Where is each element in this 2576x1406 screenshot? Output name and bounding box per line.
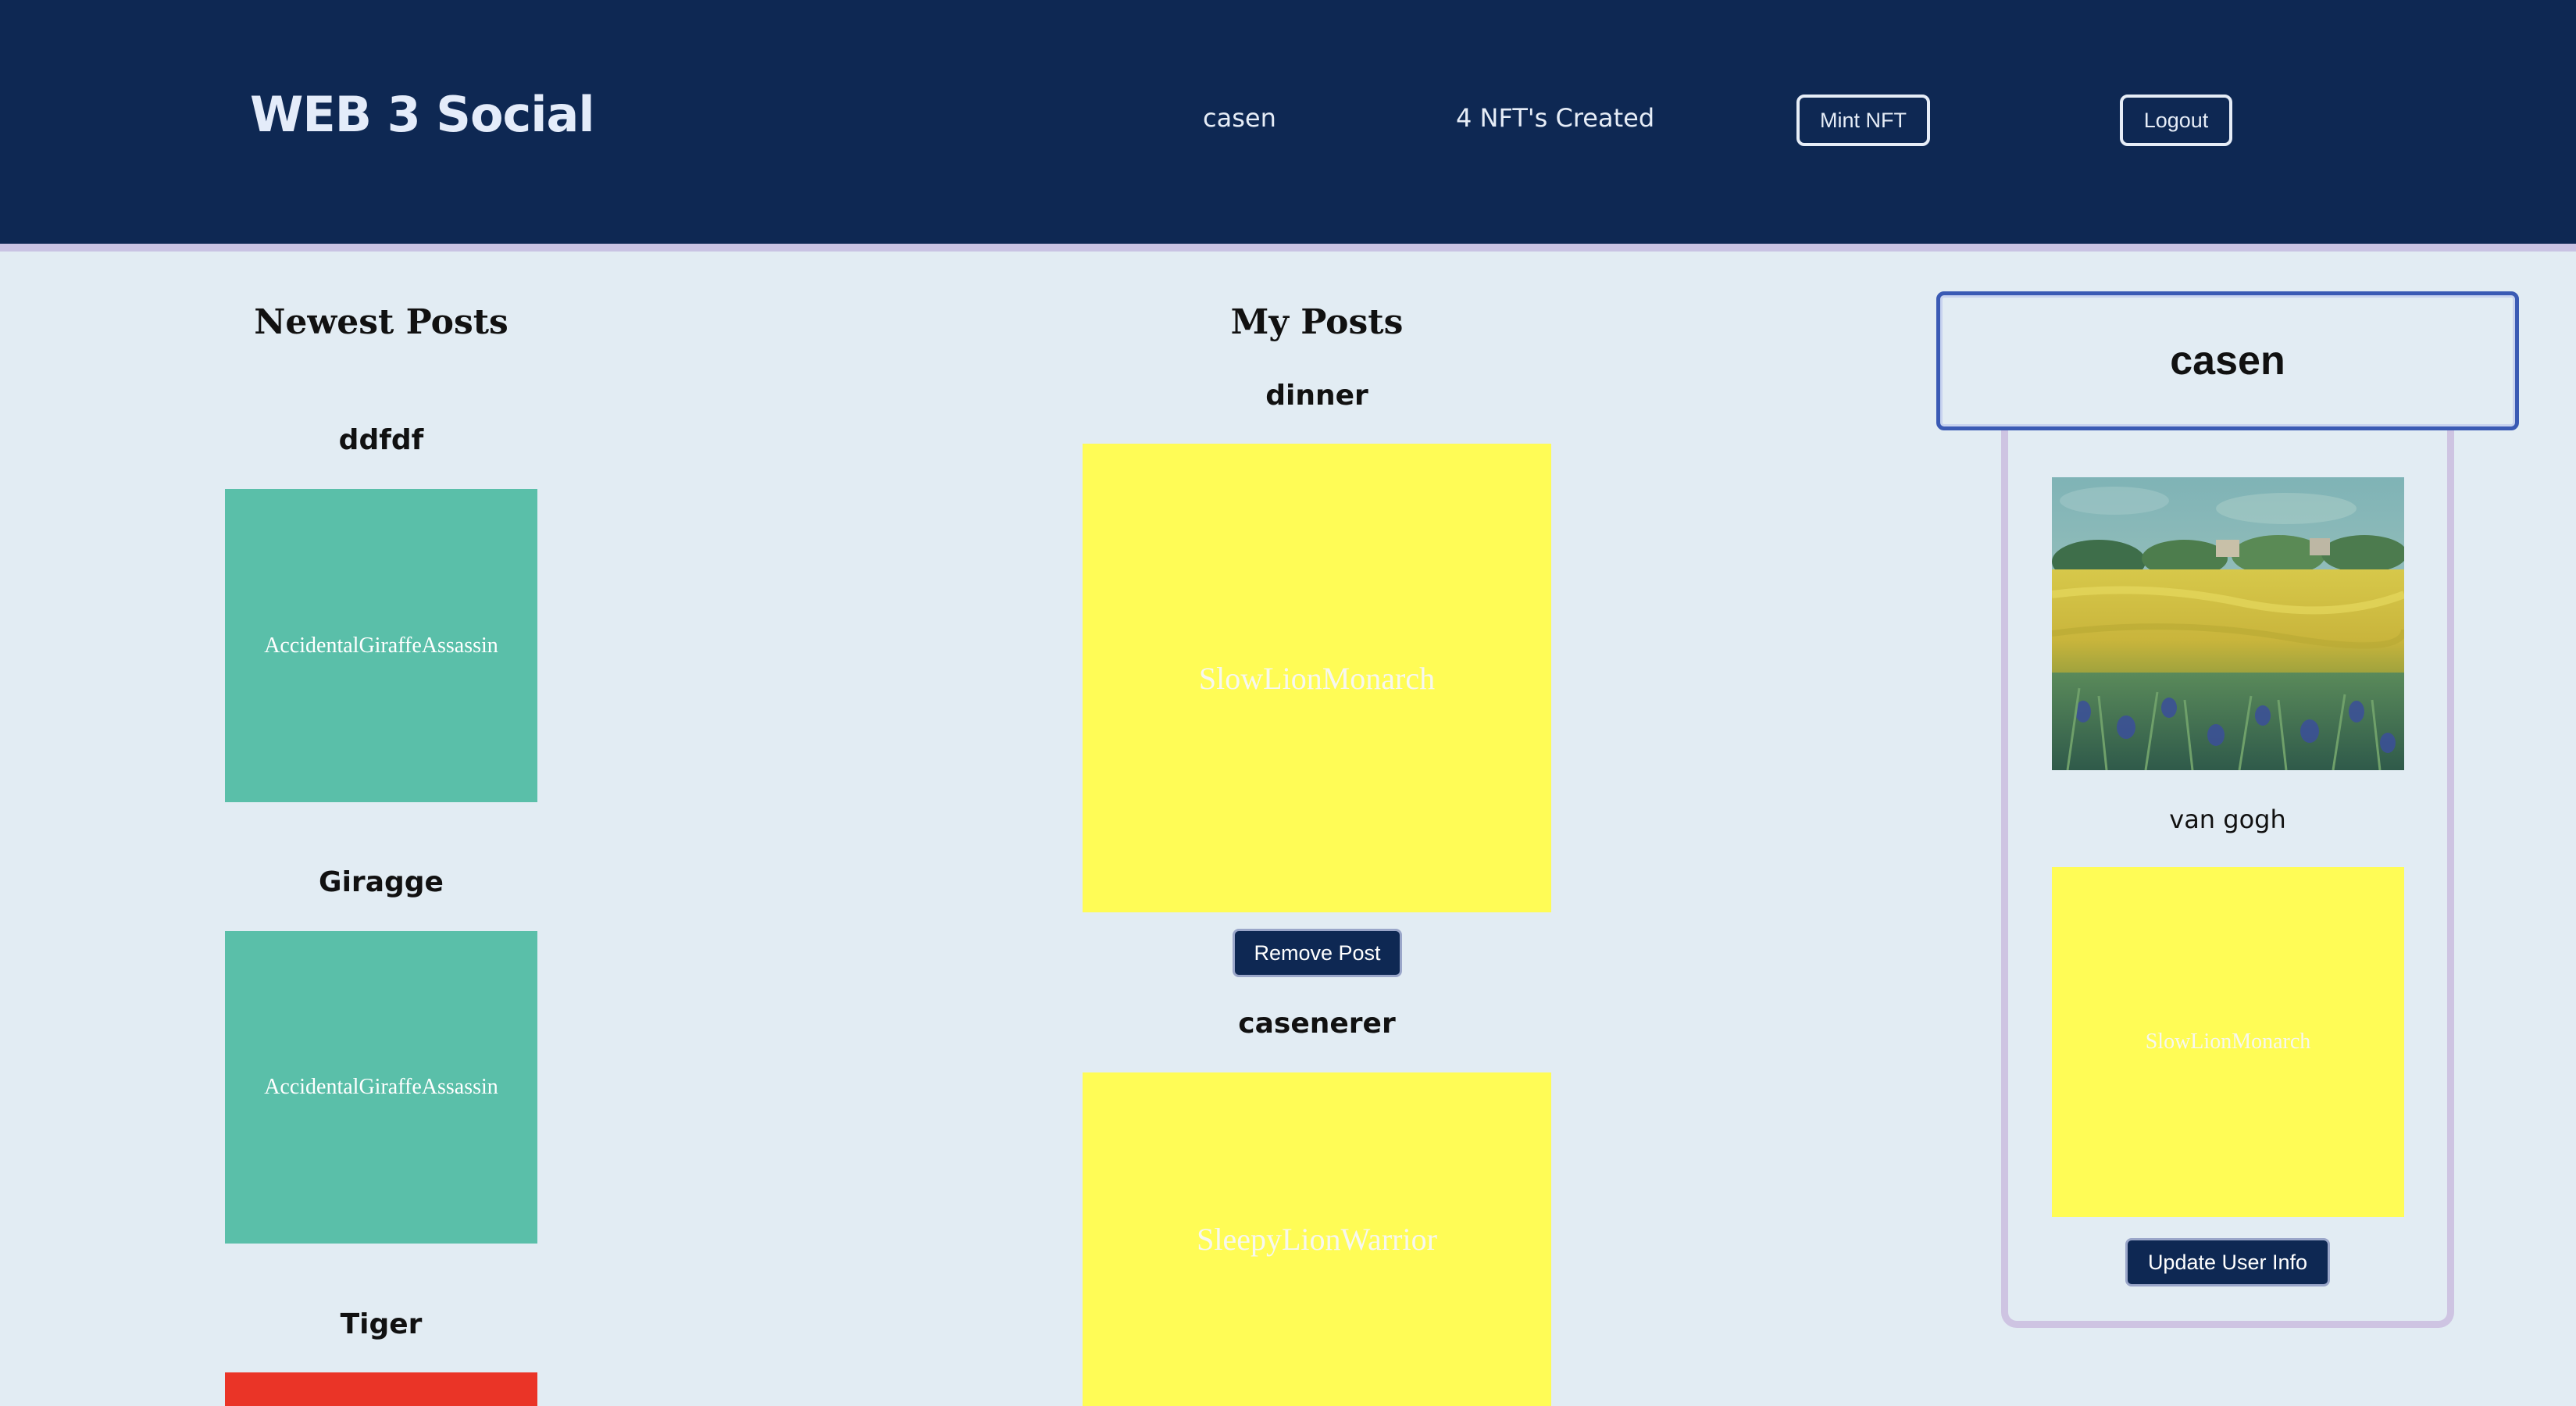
post-nft-image[interactable]: SlowLionMonarch — [1083, 444, 1551, 912]
nav-username: casen — [1203, 103, 1276, 133]
profile-image-caption: van gogh — [2169, 805, 2286, 834]
remove-post-button[interactable]: Remove Post — [1233, 929, 1402, 977]
logout-button[interactable]: Logout — [2120, 95, 2232, 146]
nft-name-label: SleepyLionWarrior — [1197, 1222, 1437, 1257]
my-posts-heading: My Posts — [1230, 302, 1404, 342]
nft-name-label: SlowLionMonarch — [1198, 660, 1436, 696]
mint-nft-button[interactable]: Mint NFT — [1796, 95, 1930, 146]
newest-posts-heading: Newest Posts — [254, 302, 508, 342]
nft-name-label: AccidentalGiraffeAssassin — [264, 633, 498, 658]
nft-name-label: AccidentalGiraffeAssassin — [264, 1075, 498, 1099]
profile-painting-image — [2052, 477, 2404, 770]
nft-name-label: SlowLionMonarch — [2145, 1030, 2311, 1054]
post-title: Tiger — [340, 1308, 423, 1340]
profile-nft-image[interactable]: SlowLionMonarch — [2052, 867, 2404, 1217]
site-logo-title[interactable]: WEB 3 Social — [250, 86, 595, 143]
top-navbar: WEB 3 Social casen 4 NFT's Created Mint … — [0, 0, 2576, 252]
profile-name: casen — [1936, 291, 2519, 430]
post-title: dinner — [1265, 380, 1368, 412]
post-title: casenerer — [1238, 1008, 1396, 1040]
post-nft-image[interactable]: SleepyLionWarrior — [1083, 1072, 1551, 1406]
post-title: Giragge — [319, 866, 444, 898]
update-user-info-button[interactable]: Update User Info — [2125, 1238, 2330, 1286]
nft-created-count: 4 NFT's Created — [1456, 103, 1655, 133]
post-nft-image[interactable] — [225, 1372, 537, 1406]
post-nft-image[interactable]: AccidentalGiraffeAssassin — [225, 489, 537, 802]
post-title: ddfdf — [338, 424, 424, 456]
post-nft-image[interactable]: AccidentalGiraffeAssassin — [225, 931, 537, 1244]
